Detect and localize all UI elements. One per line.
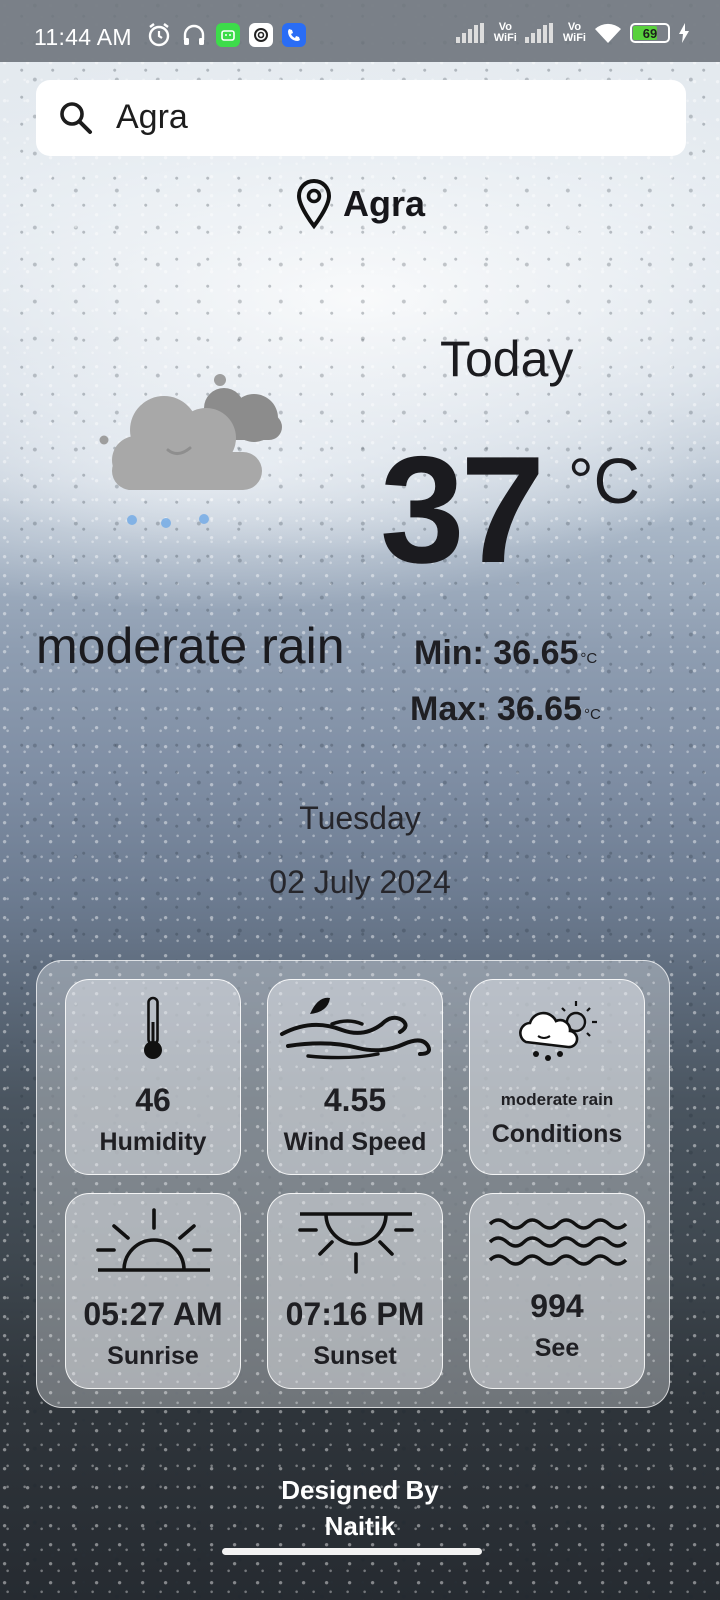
sunset-card: 07:16 PM Sunset (267, 1193, 443, 1389)
footer-line-2: Naitik (324, 1511, 396, 1541)
conditions-value: moderate rain (500, 1090, 614, 1109)
min-unit: °C (580, 650, 598, 667)
min-temperature: Min: 36.65 (414, 634, 579, 672)
vowifi-label: Vo WiFi (493, 21, 517, 44)
home-indicator[interactable] (222, 1548, 482, 1555)
search-input[interactable]: Agra (116, 98, 188, 137)
location-pin-icon (296, 178, 331, 230)
wifi-icon (595, 23, 621, 43)
conditions-label: Conditions (491, 1120, 623, 1148)
rain-cloud-icon (99, 374, 282, 528)
threads-app-icon (249, 23, 273, 47)
vowifi-label-2: Vo WiFi (562, 21, 586, 44)
wind-icon (280, 997, 431, 1060)
sunset-value: 07:16 PM (285, 1296, 425, 1332)
temperature-unit: °C (568, 445, 640, 517)
wind-speed-value: 4.55 (323, 1082, 387, 1118)
today-label: Today (440, 331, 574, 387)
headset-icon (183, 24, 205, 45)
alarm-icon (148, 23, 170, 47)
humidity-label: Humidity (99, 1128, 207, 1156)
humidity-card: 46 Humidity (65, 979, 241, 1175)
search-icon[interactable] (58, 100, 94, 136)
location-header: Agra (0, 178, 720, 230)
sea-level-value: 994 (530, 1288, 584, 1324)
thermometer-icon (144, 996, 162, 1059)
charging-icon (679, 23, 689, 43)
battery-icon: 69 (630, 23, 670, 43)
footer-line-1: Designed By (281, 1475, 439, 1505)
status-system-icons: Vo WiFi Vo WiFi 69 (455, 21, 690, 44)
min-max-temperatures: Min: 36.65 °C Max: 36.65 °C (410, 628, 601, 740)
sunset-icon (298, 1212, 414, 1274)
max-temperature: Max: 36.65 (410, 690, 582, 728)
full-date: 02 July 2024 (269, 864, 451, 900)
humidity-value: 46 (135, 1082, 171, 1118)
sunrise-icon (96, 1208, 212, 1272)
sunrise-card: 05:27 AM Sunrise (65, 1193, 241, 1389)
footer-credit: Designed By Naitik (0, 1472, 720, 1544)
sunrise-value: 05:27 AM (83, 1296, 223, 1332)
signal-icon (455, 23, 484, 43)
sea-level-card: 994 See (469, 1193, 645, 1389)
location-name: Agra (342, 183, 426, 224)
signal-icon-2 (524, 23, 553, 43)
status-time: 11:44 AM (34, 24, 132, 50)
status-bar: 11:44 AM Vo WiFi Vo WiFi 69 (0, 0, 720, 62)
wind-speed-label: Wind Speed (283, 1128, 427, 1156)
wind-speed-card: 4.55 Wind Speed (267, 979, 443, 1175)
sea-waves-icon (488, 1218, 628, 1266)
conditions-card: moderate rain Conditions (469, 979, 645, 1175)
current-temperature: 37 (380, 425, 545, 595)
sea-level-label: See (534, 1334, 580, 1362)
android-app-icon (216, 23, 240, 47)
search-bar[interactable]: Agra (36, 80, 686, 156)
weekday: Tuesday (299, 800, 421, 836)
sunset-label: Sunset (313, 1342, 397, 1370)
max-unit: °C (584, 706, 601, 723)
rain-sun-cloud-icon (519, 1001, 597, 1061)
status-notification-icons (146, 22, 306, 48)
weather-details-panel: 46 Humidity 4.55 Wind Speed moderate rai… (36, 960, 670, 1408)
weather-condition: moderate rain (36, 618, 345, 674)
sunrise-label: Sunrise (107, 1342, 199, 1370)
phone-app-icon (282, 23, 306, 47)
